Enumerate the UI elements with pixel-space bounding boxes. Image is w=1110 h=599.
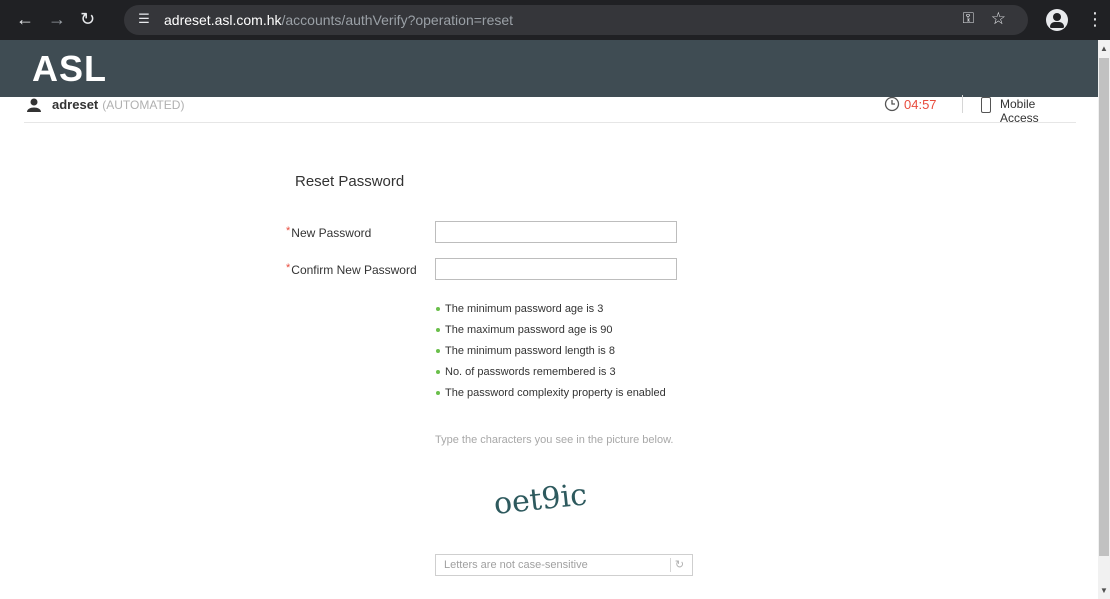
rule-item: The minimum password age is 3 [435, 301, 666, 322]
mobile-access-link[interactable]: Mobile Access [1000, 97, 1076, 125]
logo-text: ASL [32, 48, 107, 88]
site-settings-icon[interactable]: ☰ [136, 11, 152, 27]
captcha-hint: Type the characters you see in the pictu… [435, 434, 674, 446]
profile-avatar-icon[interactable] [1046, 9, 1068, 31]
browser-menu-icon[interactable]: ⋮ [1086, 9, 1104, 30]
password-key-icon[interactable]: ⚿ [963, 10, 974, 27]
refresh-captcha-icon[interactable]: ↻ [670, 558, 688, 572]
url-text[interactable]: adreset.asl.com.hk/accounts/authVerify?o… [164, 11, 513, 29]
required-mark: * [286, 262, 291, 274]
reload-icon[interactable]: ↻ [80, 8, 95, 30]
required-mark: * [286, 225, 291, 237]
url-host: adreset.asl.com.hk [164, 12, 282, 28]
password-rules-list: The minimum password age is 3 The maximu… [435, 301, 666, 406]
rule-item: The password complexity property is enab… [435, 385, 666, 406]
bookmark-star-icon[interactable]: ☆ [991, 9, 1006, 29]
user-info-bar: adreset (AUTOMATED) 04:57 Mobile Access [24, 95, 1076, 125]
asl-logo: ASL [32, 48, 107, 88]
username-text: adreset [52, 97, 99, 112]
username: adreset (AUTOMATED) [52, 97, 184, 112]
clock-icon [884, 96, 900, 112]
form-title: Reset Password [295, 173, 405, 190]
app-header: ASL [0, 40, 1098, 97]
browser-toolbar: ← → ↻ ☰ adreset.asl.com.hk/accounts/auth… [0, 0, 1110, 40]
captcha-field[interactable]: ↻ [435, 554, 693, 576]
new-password-label-text: New Password [291, 226, 372, 240]
url-path: /accounts/authVerify?operation=reset [281, 12, 514, 28]
new-password-input[interactable] [435, 221, 677, 243]
address-bar[interactable]: ☰ adreset.asl.com.hk/accounts/authVerify… [124, 5, 1028, 35]
confirm-password-label-text: Confirm New Password [291, 263, 417, 277]
mobile-phone-icon[interactable] [981, 97, 991, 113]
scroll-up-icon[interactable]: ▲ [1100, 44, 1108, 53]
captcha-image-text: oet9ic [492, 477, 589, 522]
page-scrollbar[interactable]: ▲ ▼ [1098, 40, 1110, 599]
user-tag: (AUTOMATED) [102, 98, 185, 112]
captcha-image: oet9ic [492, 477, 589, 522]
confirm-password-label: *Confirm New Password [286, 262, 417, 277]
rule-item: The maximum password age is 90 [435, 322, 666, 343]
rule-item: No. of passwords remembered is 3 [435, 364, 666, 385]
session-timer: 04:57 [904, 97, 937, 112]
scroll-down-icon[interactable]: ▼ [1100, 586, 1108, 595]
forward-arrow-icon[interactable]: → [48, 8, 66, 30]
confirm-password-input[interactable] [435, 258, 677, 280]
user-icon [27, 98, 41, 112]
back-arrow-icon[interactable]: ← [16, 8, 34, 30]
scrollbar-thumb[interactable] [1099, 58, 1109, 556]
captcha-input[interactable] [436, 555, 668, 575]
new-password-label: *New Password [286, 225, 372, 240]
rule-item: The minimum password length is 8 [435, 343, 666, 364]
divider [962, 95, 963, 113]
